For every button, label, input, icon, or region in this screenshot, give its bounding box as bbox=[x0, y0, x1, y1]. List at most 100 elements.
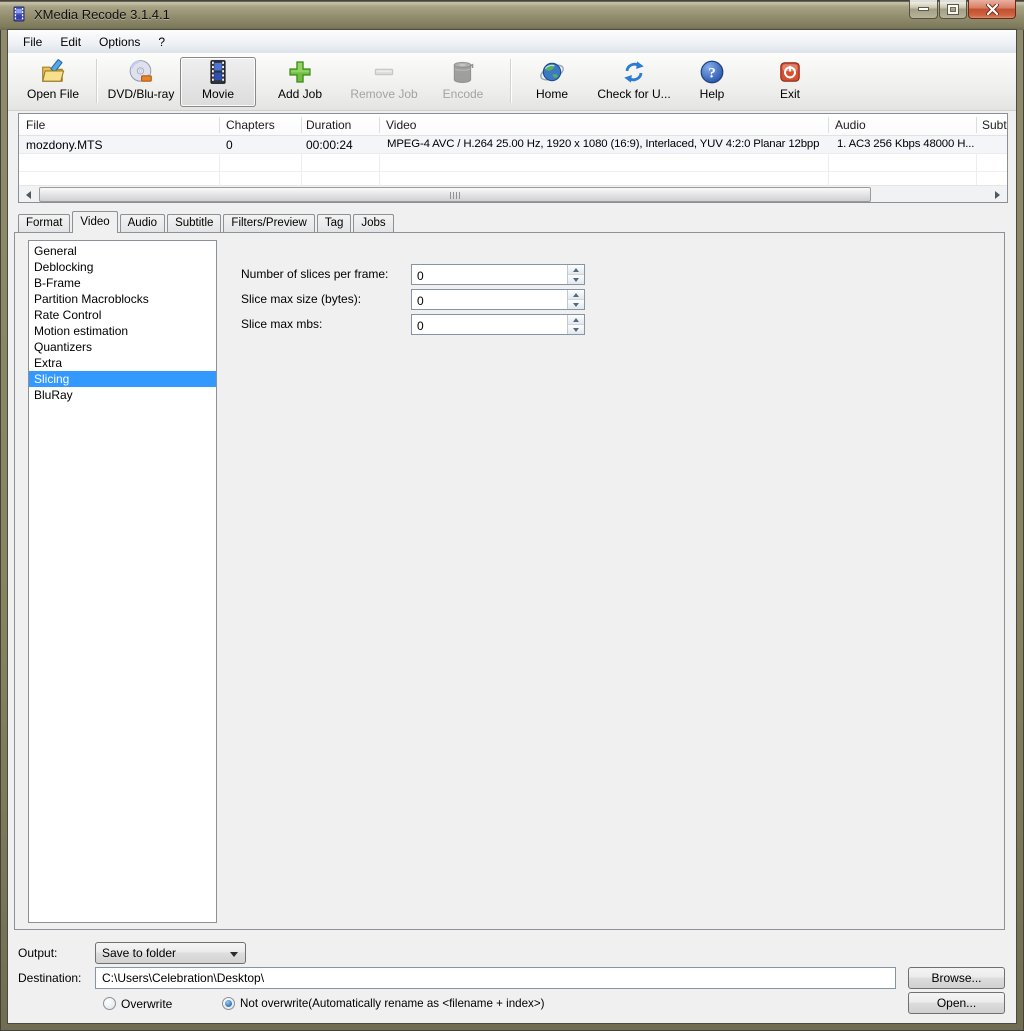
add-job-button[interactable]: Add Job bbox=[265, 57, 335, 107]
slice-max-size-input[interactable] bbox=[412, 290, 565, 309]
table-row-empty bbox=[19, 154, 1007, 172]
browse-button[interactable]: Browse... bbox=[908, 967, 1005, 989]
menu-file[interactable]: File bbox=[14, 32, 51, 52]
output-mode-select[interactable]: Save to folder bbox=[95, 942, 246, 964]
stepper-up-button[interactable] bbox=[568, 265, 584, 275]
slice-max-mbs-label: Slice max mbs: bbox=[241, 317, 323, 331]
tab-filters-preview[interactable]: Filters/Preview bbox=[223, 214, 315, 232]
app-icon bbox=[11, 6, 27, 22]
column-divider[interactable] bbox=[976, 117, 977, 133]
section-rate-control[interactable]: Rate Control bbox=[29, 307, 216, 323]
tab-audio[interactable]: Audio bbox=[119, 214, 166, 232]
minimize-icon bbox=[917, 7, 929, 11]
column-header-chapters[interactable]: Chapters bbox=[226, 118, 275, 132]
cell-duration: 00:00:24 bbox=[306, 138, 353, 152]
scroll-right-button[interactable] bbox=[990, 186, 1007, 202]
output-label: Output: bbox=[18, 946, 58, 960]
encode-button[interactable]: Encode bbox=[431, 57, 495, 107]
encode-icon bbox=[450, 58, 476, 86]
stepper-down-button[interactable] bbox=[568, 325, 584, 334]
open-button[interactable]: Open... bbox=[908, 992, 1005, 1014]
horizontal-scrollbar[interactable] bbox=[19, 185, 1007, 202]
column-divider[interactable] bbox=[379, 117, 380, 133]
section-b-frame[interactable]: B-Frame bbox=[29, 275, 216, 291]
movie-button[interactable]: Movie bbox=[180, 57, 256, 107]
slice-max-mbs-stepper[interactable] bbox=[411, 314, 585, 335]
section-slicing[interactable]: Slicing bbox=[29, 371, 216, 387]
destination-input[interactable] bbox=[95, 967, 896, 989]
dvd-bluray-button[interactable]: DVD/Blu-ray bbox=[102, 57, 180, 107]
toolbar-button-label: Help bbox=[699, 87, 725, 101]
stepper-up-button[interactable] bbox=[568, 315, 584, 325]
slice-max-size-label: Slice max size (bytes): bbox=[241, 292, 362, 306]
toolbar-button-label: Encode bbox=[442, 87, 484, 101]
slice-max-mbs-input[interactable] bbox=[412, 315, 565, 334]
column-header-subtitle[interactable]: Subt bbox=[982, 118, 1007, 132]
not-overwrite-radio-label[interactable]: Not overwrite(Automatically rename as <f… bbox=[240, 997, 544, 1010]
minimize-button[interactable] bbox=[909, 0, 938, 19]
tab-format[interactable]: Format bbox=[18, 214, 71, 232]
scroll-left-button[interactable] bbox=[19, 186, 36, 202]
column-header-video[interactable]: Video bbox=[386, 118, 416, 132]
toolbar-button-label: Add Job bbox=[277, 87, 323, 101]
tab-tag[interactable]: Tag bbox=[316, 214, 352, 232]
movie-icon bbox=[205, 58, 231, 86]
remove-job-button[interactable]: Remove Job bbox=[345, 57, 423, 107]
destination-label: Destination: bbox=[18, 971, 82, 985]
menu-edit[interactable]: Edit bbox=[51, 32, 90, 52]
menu-options[interactable]: Options bbox=[90, 32, 149, 52]
add-job-icon bbox=[287, 58, 313, 86]
overwrite-radio[interactable] bbox=[103, 997, 116, 1010]
output-mode-value: Save to folder bbox=[102, 946, 177, 960]
tab-jobs[interactable]: Jobs bbox=[353, 214, 394, 232]
menu-help[interactable]: ? bbox=[149, 32, 174, 52]
overwrite-radio-label[interactable]: Overwrite bbox=[121, 997, 172, 1011]
section-quantizers[interactable]: Quantizers bbox=[29, 339, 216, 355]
not-overwrite-radio[interactable] bbox=[222, 997, 235, 1010]
column-divider[interactable] bbox=[301, 117, 302, 133]
section-general[interactable]: General bbox=[29, 243, 216, 259]
cell-audio: 1. AC3 256 Kbps 48000 H... bbox=[837, 138, 975, 150]
slices-per-frame-stepper[interactable] bbox=[411, 264, 585, 285]
file-list-header: File Chapters Duration Video Audio Subt bbox=[19, 114, 1007, 136]
section-deblocking[interactable]: Deblocking bbox=[29, 259, 216, 275]
exit-button[interactable]: Exit bbox=[764, 57, 816, 107]
open-file-button[interactable]: Open File bbox=[16, 57, 90, 107]
close-button[interactable] bbox=[968, 0, 1016, 19]
video-tab-panel: General Deblocking B-Frame Partition Mac… bbox=[14, 232, 1005, 930]
table-row[interactable]: mozdony.MTS 0 00:00:24 MPEG-4 AVC / H.26… bbox=[19, 136, 1007, 154]
scroll-right-icon bbox=[995, 190, 1004, 199]
section-extra[interactable]: Extra bbox=[29, 355, 216, 371]
home-button[interactable]: Home bbox=[520, 57, 584, 107]
video-sections-list[interactable]: General Deblocking B-Frame Partition Mac… bbox=[28, 240, 217, 923]
check-update-button[interactable]: Check for U... bbox=[588, 57, 680, 107]
toolbar-separator bbox=[96, 59, 97, 103]
toolbar-button-label: Remove Job bbox=[350, 87, 418, 101]
stepper-down-button[interactable] bbox=[568, 300, 584, 309]
stepper-down-button[interactable] bbox=[568, 275, 584, 284]
slices-per-frame-label: Number of slices per frame: bbox=[241, 267, 389, 281]
column-divider[interactable] bbox=[219, 117, 220, 133]
slices-per-frame-input[interactable] bbox=[412, 265, 565, 284]
section-motion-estimation[interactable]: Motion estimation bbox=[29, 323, 216, 339]
close-icon bbox=[985, 3, 999, 15]
scrollbar-thumb[interactable] bbox=[39, 187, 871, 202]
column-header-duration[interactable]: Duration bbox=[306, 118, 351, 132]
svg-text:?: ? bbox=[708, 64, 716, 81]
column-divider[interactable] bbox=[828, 117, 829, 133]
column-header-audio[interactable]: Audio bbox=[835, 118, 866, 132]
maximize-button[interactable] bbox=[939, 0, 967, 19]
tab-subtitle[interactable]: Subtitle bbox=[167, 214, 222, 232]
cell-chapters: 0 bbox=[226, 138, 233, 152]
column-header-file[interactable]: File bbox=[26, 118, 45, 132]
window-title: XMedia Recode 3.1.4.1 bbox=[34, 7, 170, 22]
tab-video[interactable]: Video bbox=[72, 211, 118, 233]
client-area: File Edit Options ? Open File DVD/Blu-ra… bbox=[8, 30, 1016, 1023]
slice-max-size-stepper[interactable] bbox=[411, 289, 585, 310]
titlebar[interactable]: XMedia Recode 3.1.4.1 bbox=[0, 0, 1024, 30]
stepper-up-button[interactable] bbox=[568, 290, 584, 300]
toolbar: Open File DVD/Blu-ray Movie Add Job Remo… bbox=[8, 53, 1016, 111]
section-bluray[interactable]: BluRay bbox=[29, 387, 216, 403]
section-partition-macroblocks[interactable]: Partition Macroblocks bbox=[29, 291, 216, 307]
help-button[interactable]: ? Help bbox=[686, 57, 738, 107]
